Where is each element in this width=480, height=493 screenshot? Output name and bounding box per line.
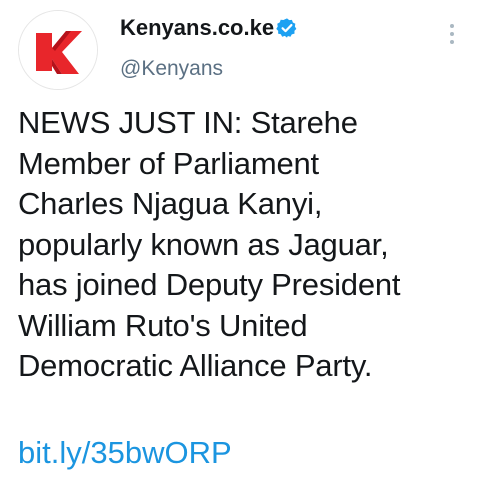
tweet-text-line: has joined Deputy President xyxy=(18,267,401,302)
more-vertical-icon[interactable] xyxy=(440,20,464,48)
tweet-text-line: Democratic Alliance Party. xyxy=(18,348,373,383)
author-handle[interactable]: @Kenyans xyxy=(120,56,223,82)
author-display-name[interactable]: Kenyans.co.ke xyxy=(120,15,274,41)
tweet-text-line: NEWS JUST IN: Starehe xyxy=(18,105,358,140)
tweet-link[interactable]: bit.ly/35bwORP xyxy=(18,433,232,473)
tweet-text-line: popularly known as Jaguar, xyxy=(18,226,389,262)
tweet-text: NEWS JUST IN: Starehe Member of Parliame… xyxy=(18,103,468,387)
tweet-text-line: Charles Njagua Kanyi, xyxy=(18,186,323,221)
tweet-card: Kenyans.co.ke @Kenyans NEWS JUST IN: Sta… xyxy=(0,0,480,493)
kenyans-logo-icon xyxy=(19,11,97,89)
tweet-text-line: Member of Parliament xyxy=(18,145,319,181)
tweet-text-line: William Ruto's United xyxy=(18,307,308,343)
avatar[interactable] xyxy=(18,10,98,90)
verified-badge-icon xyxy=(276,18,297,38)
